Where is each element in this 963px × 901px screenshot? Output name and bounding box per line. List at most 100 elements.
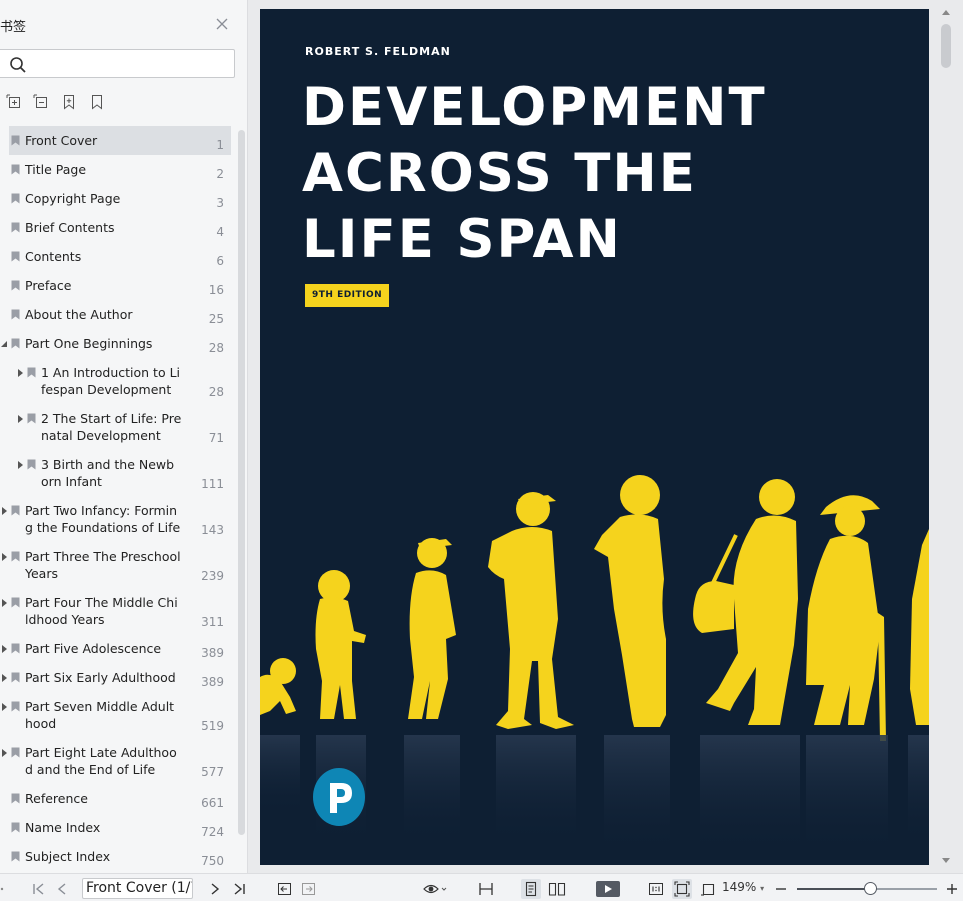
bookmark-icon bbox=[11, 222, 20, 233]
document-view[interactable]: ROBERT S. FELDMAN DEVELOPMENT ACROSS THE… bbox=[249, 0, 963, 873]
zoom-slider-thumb[interactable] bbox=[863, 882, 877, 895]
bookmark-item[interactable]: Name Index 724 bbox=[0, 813, 240, 842]
chevron-down-icon: ▾ bbox=[760, 884, 765, 893]
bookmark-item[interactable]: Title Page 2 bbox=[0, 155, 240, 184]
bookmark-page-number: 28 bbox=[208, 385, 224, 399]
bookmark-page-number: 750 bbox=[201, 854, 224, 868]
page-number-field[interactable]: Front Cover (1/7 bbox=[82, 878, 193, 899]
bookmark-item[interactable]: Part Three The Preschool Years 239 bbox=[0, 542, 240, 588]
zoom-out-icon[interactable] bbox=[775, 881, 787, 897]
bookmark-item[interactable]: 2 The Start of Life: Pre natal Developme… bbox=[0, 404, 240, 450]
bookmarks-panel-title: 书签 bbox=[0, 20, 27, 35]
single-page-view-icon[interactable] bbox=[521, 879, 541, 899]
bookmark-label: Preface bbox=[25, 278, 72, 293]
book-cover-page: ROBERT S. FELDMAN DEVELOPMENT ACROSS THE… bbox=[260, 9, 929, 865]
pearson-logo bbox=[313, 768, 365, 826]
bookmark-search-input[interactable] bbox=[0, 49, 235, 78]
bookmark-page-number: 389 bbox=[201, 646, 224, 660]
tree-collapsed-arrow-icon[interactable] bbox=[1, 749, 8, 757]
tree-collapsed-arrow-icon[interactable] bbox=[17, 369, 24, 377]
tree-collapsed-arrow-icon[interactable] bbox=[1, 674, 8, 682]
two-page-view-icon[interactable] bbox=[548, 881, 566, 897]
tree-collapsed-arrow-icon[interactable] bbox=[1, 553, 8, 561]
bookmark-icon bbox=[27, 459, 36, 470]
bookmark-page-number: 4 bbox=[216, 225, 224, 239]
bookmark-label: Part Seven Middle Adult hood bbox=[25, 699, 175, 731]
bookmark-item[interactable]: Preface 16 bbox=[0, 271, 240, 300]
tree-collapsed-arrow-icon[interactable] bbox=[1, 645, 8, 653]
document-scrollbar-thumb[interactable] bbox=[941, 24, 951, 68]
bookmark-page-number: 724 bbox=[201, 825, 224, 839]
expand-all-icon[interactable] bbox=[6, 94, 22, 110]
bookmark-item[interactable]: Brief Contents 4 bbox=[0, 213, 240, 242]
bookmark-label: 1 An Introduction to Li fespan Developme… bbox=[41, 365, 181, 397]
bookmark-label: Subject Index bbox=[25, 849, 111, 864]
bookmark-page-number: 239 bbox=[201, 569, 224, 583]
bookmark-icon bbox=[11, 280, 20, 291]
scroll-down-arrow-icon[interactable] bbox=[941, 857, 951, 865]
bookmark-icon bbox=[11, 747, 20, 758]
tree-collapsed-arrow-icon[interactable] bbox=[1, 507, 8, 515]
bookmark-item[interactable]: Front Cover 1 bbox=[0, 126, 240, 155]
bookmark-item[interactable]: About the Author 25 bbox=[0, 300, 240, 329]
bookmark-icon[interactable] bbox=[89, 94, 105, 110]
bookmark-item[interactable]: Part One Beginnings 28 bbox=[0, 329, 240, 358]
bookmark-item[interactable]: Reference 661 bbox=[0, 784, 240, 813]
bookmark-icon bbox=[27, 367, 36, 378]
tree-expanded-arrow-icon[interactable] bbox=[1, 340, 8, 348]
bookmark-label: Part Eight Late Adulthoo d and the End o… bbox=[25, 745, 177, 777]
bookmark-item[interactable]: Contents 6 bbox=[0, 242, 240, 271]
next-page-icon[interactable] bbox=[209, 881, 221, 897]
eye-protection-icon[interactable] bbox=[423, 881, 447, 897]
tree-collapsed-arrow-icon[interactable] bbox=[1, 599, 8, 607]
bookmark-label: Part Four The Middle Chi ldhood Years bbox=[25, 595, 178, 627]
bookmark-icon bbox=[11, 672, 20, 683]
sidebar-scrollbar[interactable] bbox=[238, 130, 245, 835]
bookmark-icon bbox=[11, 338, 20, 349]
actual-size-icon[interactable] bbox=[648, 881, 664, 897]
bookmark-label: Copyright Page bbox=[25, 191, 121, 206]
bookmark-item[interactable]: Part Eight Late Adulthoo d and the End o… bbox=[0, 738, 240, 784]
bookmark-page-number: 577 bbox=[201, 765, 224, 779]
zoom-in-icon[interactable] bbox=[946, 881, 958, 897]
fit-page-icon[interactable] bbox=[672, 879, 692, 899]
tree-collapsed-arrow-icon[interactable] bbox=[17, 461, 24, 469]
collapse-all-icon[interactable] bbox=[33, 94, 49, 110]
bookmark-icon bbox=[11, 309, 20, 320]
bookmark-label: 3 Birth and the Newb orn Infant bbox=[41, 457, 175, 489]
bookmark-icon bbox=[11, 822, 20, 833]
bookmark-page-number: 28 bbox=[208, 341, 224, 355]
slideshow-play-icon[interactable] bbox=[596, 881, 620, 897]
rotate-view-icon[interactable] bbox=[700, 881, 717, 897]
bookmark-item[interactable]: Copyright Page 3 bbox=[0, 184, 240, 213]
bookmarks-panel: 书签 Front Cover 1 Title Page 2 Copyright Page… bbox=[0, 0, 248, 873]
scroll-up-arrow-icon[interactable] bbox=[941, 8, 951, 16]
forward-icon[interactable] bbox=[301, 881, 316, 897]
bookmark-item[interactable]: Part Six Early Adulthood 389 bbox=[0, 663, 240, 692]
add-bookmark-icon[interactable] bbox=[61, 94, 77, 110]
last-page-icon[interactable] bbox=[232, 881, 246, 897]
back-icon[interactable] bbox=[277, 881, 292, 897]
tree-collapsed-arrow-icon[interactable] bbox=[1, 703, 8, 711]
bookmark-item[interactable]: Part Four The Middle Chi ldhood Years 311 bbox=[0, 588, 240, 634]
bottom-toolbar: Front Cover (1/7 149% ▾ bbox=[0, 873, 963, 901]
bookmark-label: Part Five Adolescence bbox=[25, 641, 162, 656]
bookmark-item[interactable]: Part Five Adolescence 389 bbox=[0, 634, 240, 663]
bookmark-icon bbox=[27, 413, 36, 424]
bookmark-label: Reference bbox=[25, 791, 88, 806]
zoom-level-dropdown[interactable]: 149% ▾ bbox=[722, 880, 764, 894]
cover-title: DEVELOPMENT ACROSS THE LIFE SPAN bbox=[302, 77, 767, 270]
bookmark-item[interactable]: Part Seven Middle Adult hood 519 bbox=[0, 692, 240, 738]
tree-collapsed-arrow-icon[interactable] bbox=[17, 415, 24, 423]
bookmark-item[interactable]: 3 Birth and the Newb orn Infant 111 bbox=[0, 450, 240, 496]
bookmark-item[interactable]: 1 An Introduction to Li fespan Developme… bbox=[0, 358, 240, 404]
fit-width-icon[interactable] bbox=[478, 881, 494, 897]
close-icon[interactable] bbox=[215, 17, 229, 31]
first-page-icon[interactable] bbox=[32, 881, 46, 897]
bookmark-item[interactable]: Subject Index 750 bbox=[0, 842, 240, 871]
bookmark-label: 2 The Start of Life: Pre natal Developme… bbox=[41, 411, 182, 443]
previous-page-icon[interactable] bbox=[56, 881, 68, 897]
bookmark-item[interactable]: Part Two Infancy: Formin g the Foundatio… bbox=[0, 496, 240, 542]
bookmark-page-number: 3 bbox=[216, 196, 224, 210]
bookmark-label: Title Page bbox=[25, 162, 87, 177]
